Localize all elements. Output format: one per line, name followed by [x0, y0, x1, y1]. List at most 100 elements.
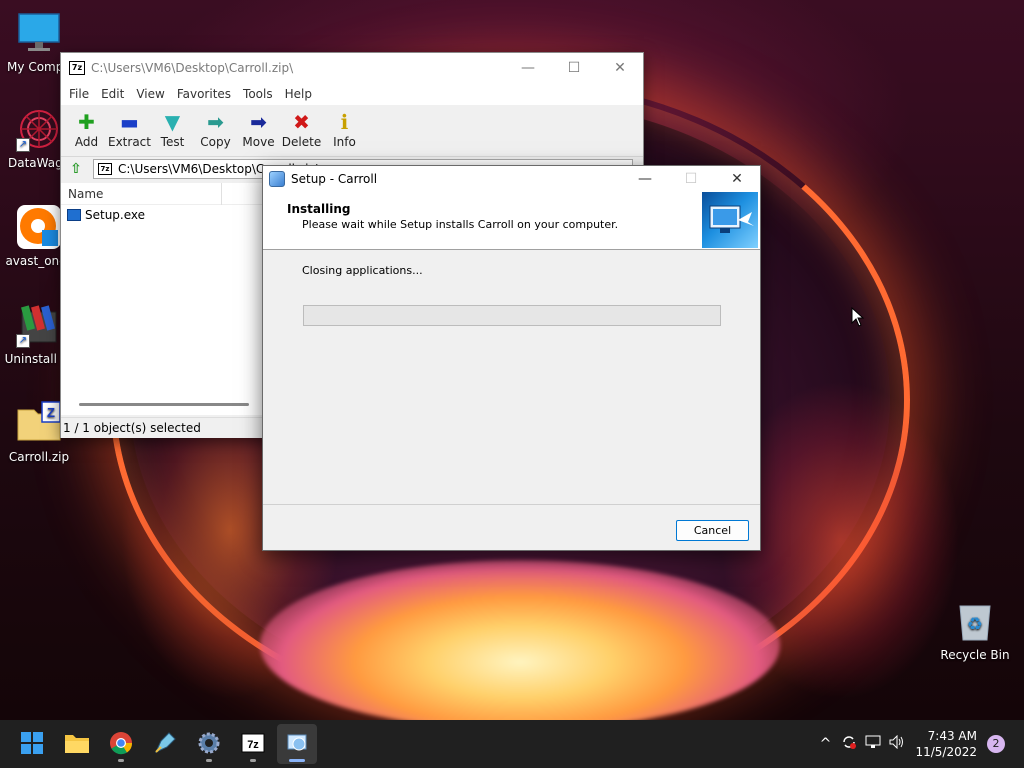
menu-file[interactable]: File — [63, 87, 95, 101]
test-button[interactable]: ▼ Test — [151, 109, 194, 149]
desktop-icon-recycle-bin[interactable]: ♻ Recycle Bin — [936, 598, 1014, 662]
move-icon: ➡ — [250, 110, 267, 134]
move-label: Move — [242, 135, 275, 149]
windows-start-icon — [20, 731, 44, 758]
copy-label: Copy — [200, 135, 231, 149]
setup-wizard-window[interactable]: Setup - Carroll — ☐ ✕ Installing Please … — [262, 165, 761, 551]
clock[interactable]: 7:43 AM 11/5/2022 — [915, 728, 977, 760]
setup-title-bar[interactable]: Setup - Carroll — ☐ ✕ — [263, 166, 760, 192]
maximize-button[interactable]: ☐ — [551, 53, 597, 83]
taskbar-settings[interactable] — [189, 724, 229, 764]
zip-toolbar: ✚ Add ▬ Extract ▼ Test ➡ Copy ➡ Move ✖ D… — [61, 105, 643, 157]
zip-window-title: C:\Users\VM6\Desktop\Carroll.zip\ — [91, 61, 294, 75]
add-icon: ✚ — [78, 110, 95, 134]
network-icon[interactable] — [861, 735, 885, 753]
clock-date: 11/5/2022 — [915, 745, 977, 759]
menu-favorites[interactable]: Favorites — [171, 87, 237, 101]
status-text: 1 / 1 object(s) selected — [63, 421, 201, 435]
exe-file-icon — [67, 209, 81, 221]
system-tray: ^ 7:43 AM 11/5/2022 2 — [813, 720, 1024, 768]
7zip-icon: 7z — [241, 733, 265, 756]
menu-view[interactable]: View — [130, 87, 170, 101]
install-progress-bar — [303, 305, 721, 326]
desktop-icon-label: Recycle Bin — [940, 648, 1010, 662]
divider — [263, 504, 760, 505]
close-button[interactable]: ✕ — [597, 53, 643, 83]
pen-tool-icon — [153, 731, 177, 758]
test-icon: ▼ — [164, 110, 181, 134]
status-text: Closing applications... — [302, 264, 423, 277]
zip-archive-icon: Z — [16, 400, 62, 446]
test-label: Test — [160, 135, 185, 149]
delete-button[interactable]: ✖ Delete — [280, 109, 323, 149]
chrome-icon — [109, 731, 133, 758]
taskbar-file-explorer[interactable] — [57, 724, 97, 764]
running-indicator — [289, 759, 305, 762]
minimize-button[interactable]: — — [505, 53, 551, 83]
running-indicator — [206, 759, 212, 762]
delete-icon: ✖ — [293, 110, 310, 134]
svg-text:7z: 7z — [247, 739, 259, 751]
move-button[interactable]: ➡ Move — [237, 109, 280, 149]
recycle-bin-icon: ♻ — [952, 598, 998, 644]
close-button[interactable]: ✕ — [714, 166, 760, 192]
uninstall-tool-icon: ↗ — [16, 302, 62, 348]
mouse-cursor-icon — [851, 306, 865, 330]
info-label: Info — [333, 135, 356, 149]
maximize-button: ☐ — [684, 171, 698, 187]
extract-icon: ▬ — [120, 110, 139, 134]
setup-header: Installing Please wait while Setup insta… — [263, 192, 760, 250]
menu-tools[interactable]: Tools — [237, 87, 279, 101]
svg-text:♻: ♻ — [967, 614, 983, 635]
cancel-button[interactable]: Cancel — [676, 520, 749, 541]
7zip-logo-icon: 7z — [69, 61, 85, 75]
taskbar: 7z ^ 7:43 AM 11/5/2022 2 — [0, 720, 1024, 768]
taskbar-7zip[interactable]: 7z — [233, 724, 273, 764]
setup-installer-icon — [285, 731, 309, 758]
wizard-computer-icon — [702, 192, 758, 248]
sync-icon[interactable] — [837, 734, 861, 754]
delete-label: Delete — [281, 135, 322, 149]
clock-time: 7:43 AM — [927, 729, 977, 743]
volume-icon[interactable] — [885, 734, 909, 753]
setup-app-icon — [269, 171, 285, 187]
settings-gear-icon — [197, 731, 221, 758]
column-name-header[interactable]: Name — [68, 182, 222, 205]
file-explorer-icon — [64, 732, 90, 757]
7zip-archive-icon: 7z — [98, 163, 112, 175]
wallpaper-bottom-glow — [260, 560, 780, 720]
menu-help[interactable]: Help — [279, 87, 318, 101]
running-indicator — [118, 759, 124, 762]
setup-window-title: Setup - Carroll — [291, 172, 378, 186]
start-button[interactable] — [12, 724, 52, 764]
extract-button[interactable]: ▬ Extract — [108, 109, 151, 149]
chevron-up-icon[interactable]: ^ — [813, 736, 837, 752]
avast-icon — [16, 204, 62, 250]
running-indicator — [250, 759, 256, 762]
monitor-icon — [16, 10, 62, 56]
taskbar-setup-installer[interactable] — [277, 724, 317, 764]
page-title: Installing — [287, 202, 351, 216]
extract-label: Extract — [108, 135, 151, 149]
menu-edit[interactable]: Edit — [95, 87, 130, 101]
add-button[interactable]: ✚ Add — [65, 109, 108, 149]
up-folder-button[interactable]: ⇧ — [65, 159, 87, 179]
taskbar-chrome[interactable] — [101, 724, 141, 764]
notification-badge[interactable]: 2 — [987, 735, 1005, 753]
setup-body: Closing applications... — [263, 250, 760, 505]
taskbar-pen-tool[interactable] — [145, 724, 185, 764]
page-subtitle: Please wait while Setup installs Carroll… — [302, 218, 619, 231]
svg-text:Z: Z — [47, 405, 55, 420]
horizontal-scrollbar[interactable] — [79, 403, 249, 406]
file-name: Setup.exe — [85, 208, 146, 222]
info-button[interactable]: ℹ Info — [323, 109, 366, 149]
minimize-button[interactable]: — — [622, 166, 668, 192]
shortcut-arrow-icon: ↗ — [16, 334, 30, 348]
zip-menu-bar: File Edit View Favorites Tools Help — [61, 83, 643, 105]
zip-title-bar[interactable]: 7z C:\Users\VM6\Desktop\Carroll.zip\ — ☐… — [61, 53, 643, 83]
datawagon-icon: ↗ — [16, 106, 62, 152]
desktop-icon-label: Carroll.zip — [8, 450, 70, 464]
info-icon: ℹ — [340, 110, 349, 134]
copy-button[interactable]: ➡ Copy — [194, 109, 237, 149]
add-label: Add — [74, 135, 99, 149]
